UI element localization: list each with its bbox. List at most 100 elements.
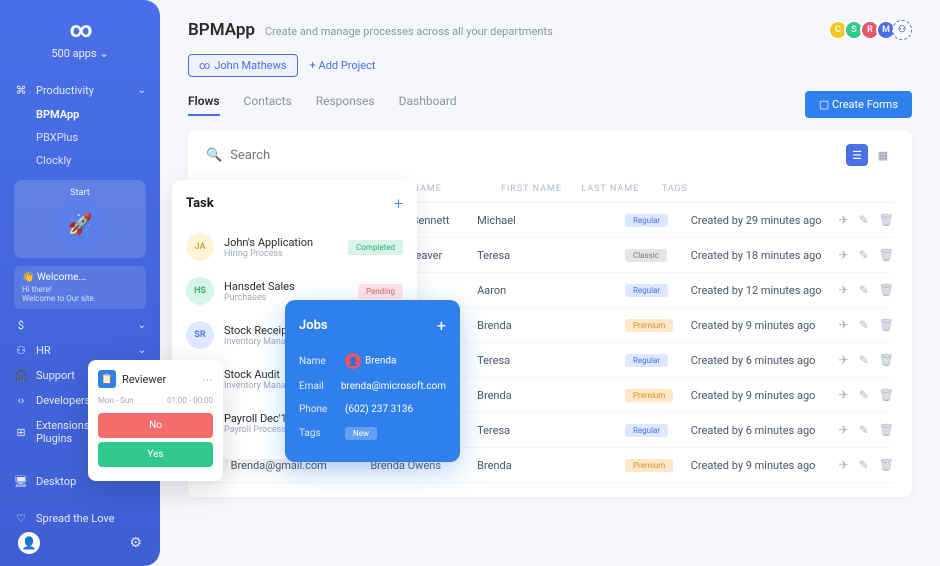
tag-badge: Regular [625, 284, 668, 297]
tab-flows[interactable]: Flows [188, 94, 220, 116]
add-task-button[interactable]: + [394, 194, 403, 213]
jobs-name-value: Brenda [365, 356, 396, 367]
reviewer-title: Reviewer [122, 373, 166, 386]
nav-pbxplus[interactable]: PBXPlus [0, 126, 160, 149]
reviewer-yes-button[interactable]: Yes [98, 442, 213, 467]
tab-contacts[interactable]: Contacts [244, 94, 292, 116]
send-icon[interactable]: ✈ [839, 423, 849, 437]
send-icon[interactable]: ✈ [839, 318, 849, 332]
nav-productivity[interactable]: ⌘Productivity [0, 78, 160, 103]
nav-bpmapp[interactable]: BPMApp [0, 103, 160, 126]
task-name: Hansdet Sales [224, 280, 348, 293]
reviewer-modal: 📋 Reviewer ⋯ Mon - Sun 01:00 - 00:00 No … [88, 360, 223, 481]
cell-created: Created by 12 minutes ago [691, 284, 839, 297]
cell-created: Created by 18 minutes ago [691, 249, 839, 262]
user-chip[interactable]: ∞John Mathews [188, 54, 298, 77]
user-avatar[interactable]: 👤 [18, 532, 40, 554]
tag-badge: Regular [625, 354, 668, 367]
view-grid-button[interactable]: ▦ [872, 144, 894, 166]
delete-icon[interactable]: 🗑 [879, 283, 894, 297]
nav-currency[interactable]: $ [0, 313, 160, 338]
send-icon[interactable]: ✈ [839, 458, 849, 472]
task-panel-title: Task [186, 196, 214, 211]
jobs-panel: Jobs + Name👤Brenda Emailbrenda@microsoft… [285, 300, 460, 462]
send-icon[interactable]: ✈ [839, 353, 849, 367]
send-icon[interactable]: ✈ [839, 283, 849, 297]
delete-icon[interactable]: 🗑 [879, 388, 894, 402]
delete-icon[interactable]: 🗑 [879, 248, 894, 262]
th-first: FIRST NAME [501, 184, 581, 194]
tag-badge: Regular [625, 214, 668, 227]
edit-icon[interactable]: ✎ [859, 423, 869, 437]
more-icon[interactable]: ⋯ [202, 373, 213, 386]
jobs-label-name: Name [299, 356, 337, 367]
send-icon[interactable]: ✈ [839, 248, 849, 262]
cell-created: Created by 9 minutes ago [691, 459, 839, 472]
add-job-button[interactable]: + [437, 316, 446, 335]
delete-icon[interactable]: 🗑 [879, 353, 894, 367]
create-forms-button[interactable]: ▢ Create Forms [805, 91, 912, 118]
nav-spread[interactable]: ♡Spread the Love [0, 506, 160, 531]
th-last: LAST NAME [581, 184, 661, 194]
edit-icon[interactable]: ✎ [859, 248, 869, 262]
send-icon[interactable]: ✈ [839, 388, 849, 402]
headset-icon: 🎧 [14, 369, 28, 382]
apps-count[interactable]: 500 apps ⌄ [51, 47, 108, 60]
cell-first: Teresa [477, 424, 551, 437]
sidebar: ∞ 500 apps ⌄ ⌘Productivity BPMApp PBXPlu… [0, 0, 160, 566]
welcome-card[interactable]: 👋 Welcome... Hi there! Welcome to Our si… [14, 266, 146, 309]
edit-icon[interactable]: ✎ [859, 213, 869, 227]
tag-badge: Premium [625, 459, 673, 472]
page-title: BPMApp [188, 20, 255, 40]
cell-first: Teresa [477, 249, 551, 262]
edit-icon[interactable]: ✎ [859, 458, 869, 472]
edit-icon[interactable]: ✎ [859, 388, 869, 402]
add-project-link[interactable]: + Add Project [310, 59, 376, 72]
tab-dashboard[interactable]: Dashboard [399, 94, 457, 116]
edit-icon[interactable]: ✎ [859, 318, 869, 332]
reviewer-no-button[interactable]: No [98, 413, 213, 438]
nav-clockly[interactable]: Clockly [0, 149, 160, 172]
task-avatar: JA [186, 233, 214, 261]
tag-badge: Regular [625, 424, 668, 437]
send-icon[interactable]: ✈ [839, 213, 849, 227]
delete-icon[interactable]: 🗑 [879, 423, 894, 437]
rocket-icon: 🚀 [60, 204, 100, 244]
tag-badge: Premium [625, 389, 673, 402]
cell-first: Aaron [477, 284, 551, 297]
task-item[interactable]: JA John's Application Hiring Process Com… [186, 225, 403, 269]
cell-created: Created by 9 minutes ago [691, 319, 839, 332]
task-sub: Hiring Process [224, 249, 338, 259]
page-subtitle: Create and manage processes across all y… [265, 25, 553, 38]
edit-icon[interactable]: ✎ [859, 353, 869, 367]
person-icon: 👤 [345, 353, 361, 369]
view-list-button[interactable]: ☰ [846, 144, 868, 166]
edit-icon[interactable]: ✎ [859, 283, 869, 297]
cell-created: Created by 6 minutes ago [691, 354, 839, 367]
delete-icon[interactable]: 🗑 [879, 213, 894, 227]
tab-responses[interactable]: Responses [316, 94, 375, 116]
users-icon: ⚇ [14, 344, 28, 357]
reviewer-icon: 📋 [98, 370, 116, 388]
cell-created: Created by 6 minutes ago [691, 424, 839, 437]
grid-icon: ⌘ [14, 84, 28, 97]
search-input[interactable]: 🔍 [206, 148, 846, 163]
cell-first: Brenda [477, 319, 551, 332]
start-label: Start [22, 188, 138, 198]
wave-icon: 👋 [22, 272, 34, 283]
jobs-label-phone: Phone [299, 404, 337, 415]
logo: ∞ [69, 18, 90, 43]
cell-created: Created by 9 minutes ago [691, 389, 839, 402]
settings-icon[interactable]: ⚙ [129, 535, 142, 551]
delete-icon[interactable]: 🗑 [879, 458, 894, 472]
puzzle-icon: ⊞ [14, 426, 28, 439]
start-card[interactable]: Start 🚀 [14, 180, 146, 258]
avatar-group: C S R M ⚇ [832, 20, 912, 40]
heart-icon: ♡ [14, 512, 28, 525]
add-avatar[interactable]: ⚇ [892, 20, 912, 40]
task-status: Pending [358, 284, 403, 299]
cell-first: Teresa [477, 354, 551, 367]
delete-icon[interactable]: 🗑 [879, 318, 894, 332]
jobs-label-email: Email [299, 381, 333, 392]
search-field[interactable] [230, 148, 846, 163]
